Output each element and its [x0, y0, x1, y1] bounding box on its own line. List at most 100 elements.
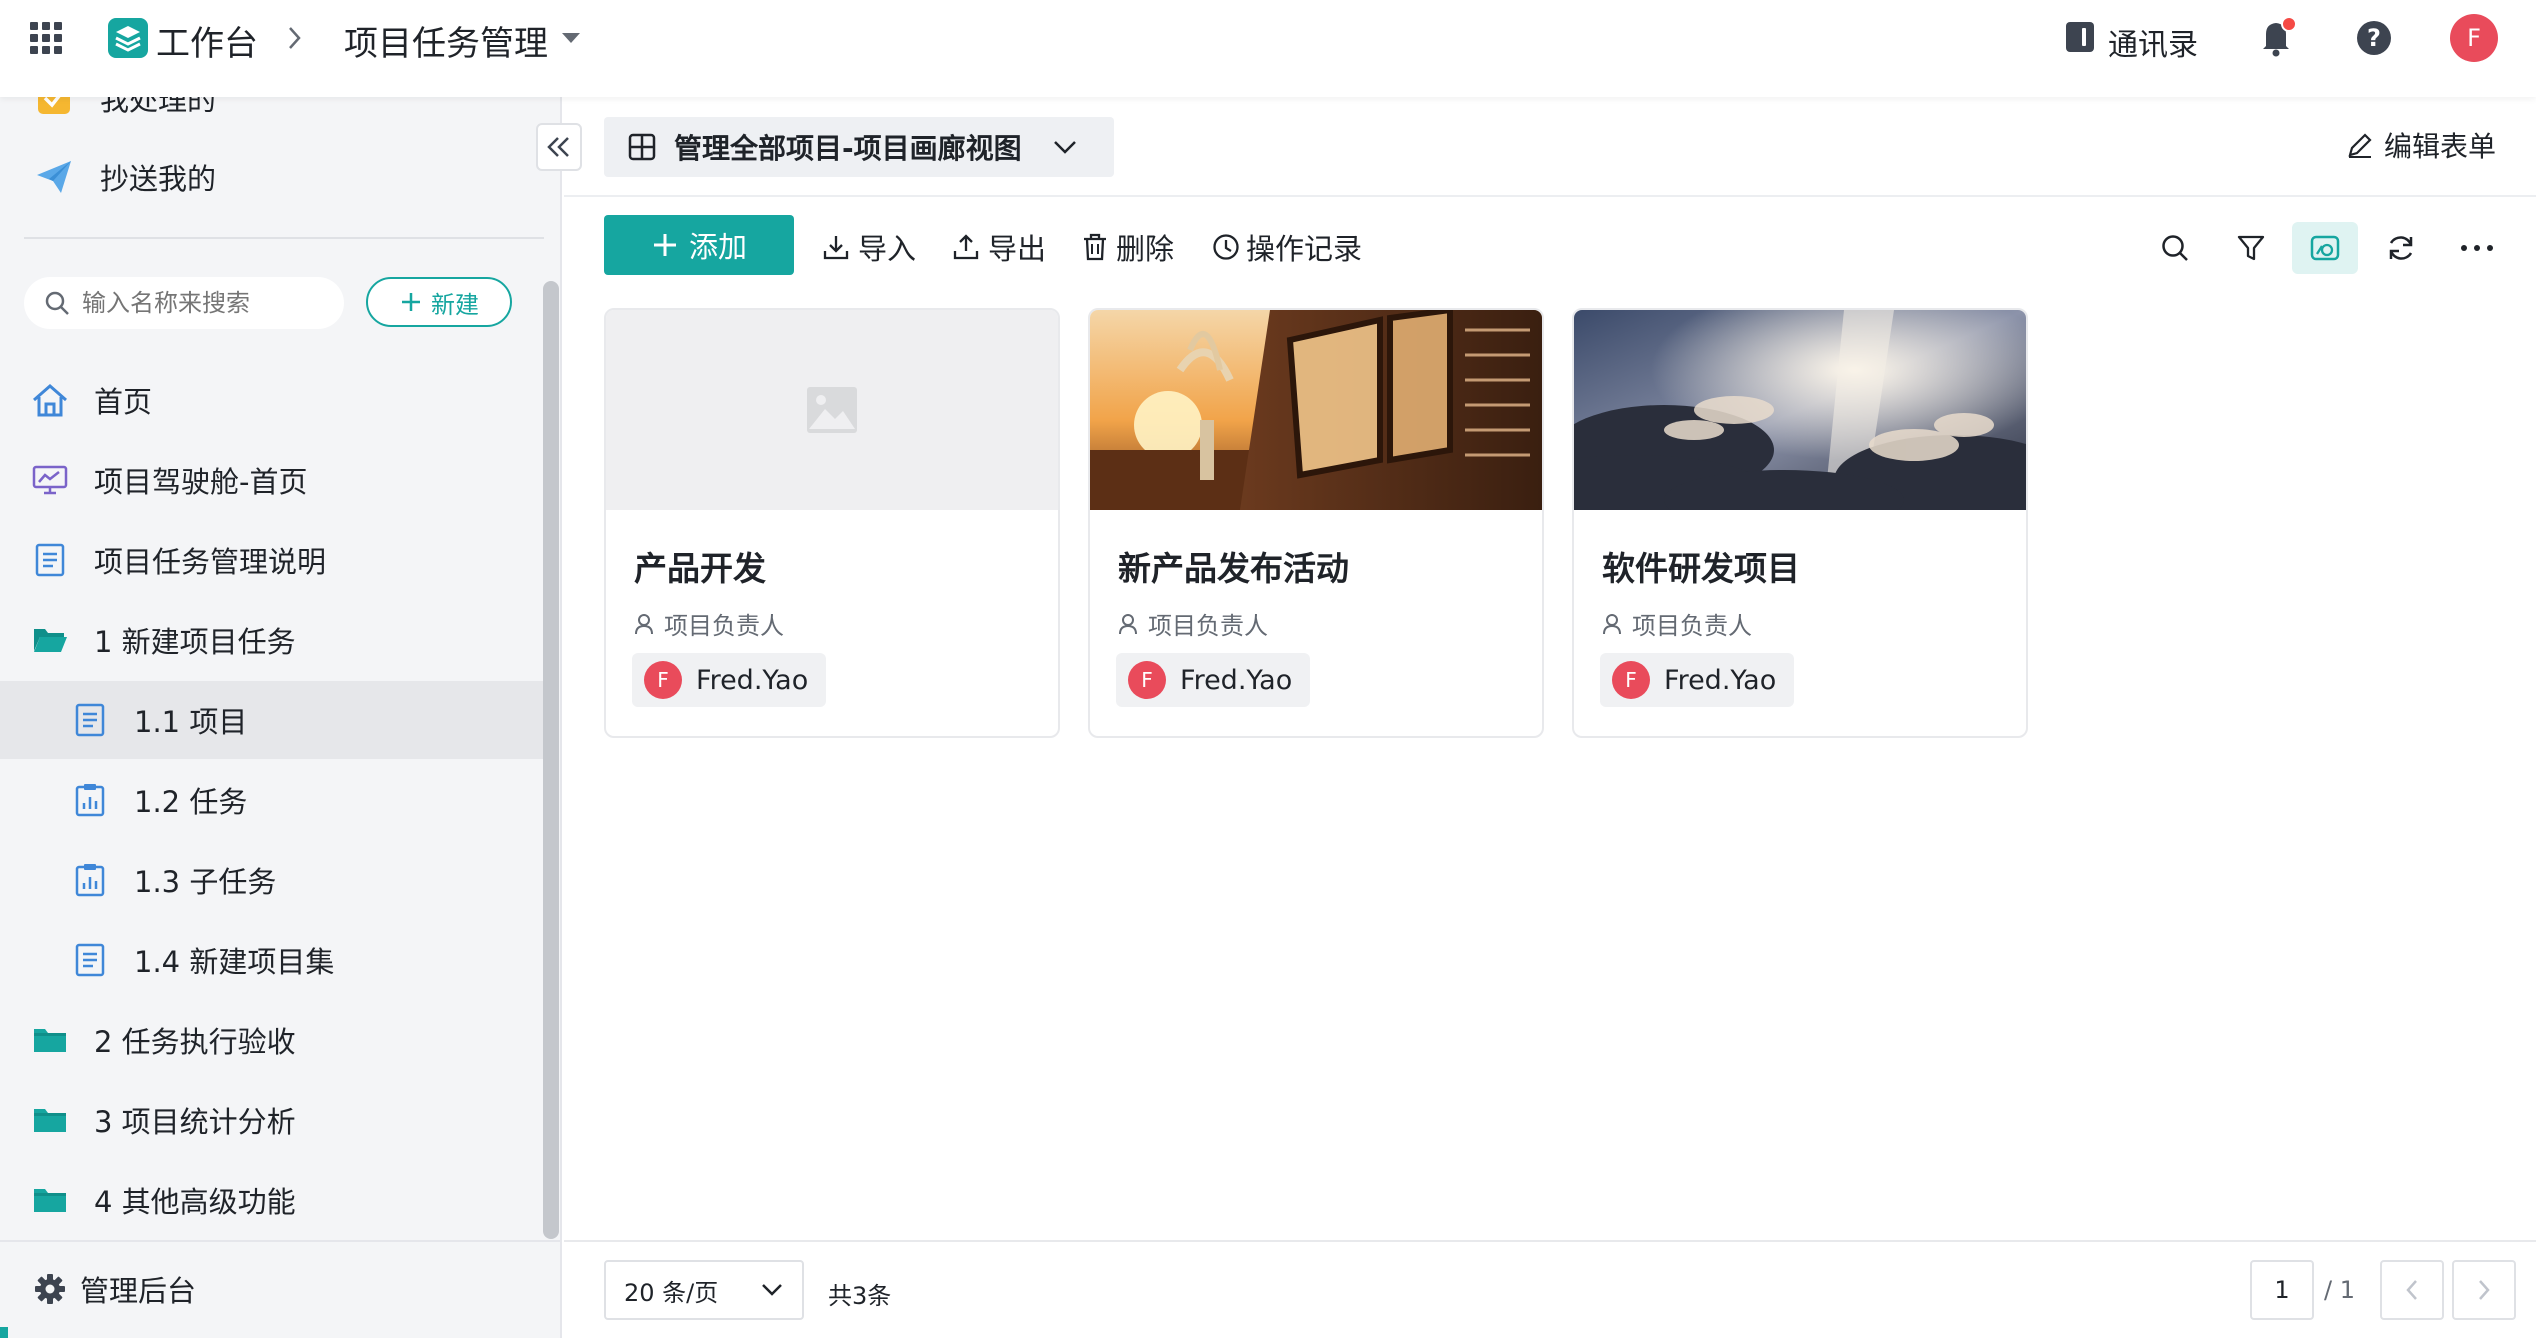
sidebar-item-label: 1.1 项目: [134, 705, 248, 739]
sidebar-item-label: 抄送我的: [100, 162, 217, 196]
chevron-down-icon: [762, 1284, 782, 1296]
clock-icon: [1213, 234, 1239, 260]
more-button[interactable]: [2444, 222, 2510, 274]
history-button[interactable]: 操作记录: [1212, 217, 1362, 277]
home-icon: [30, 380, 70, 420]
add-record-button[interactable]: 添加: [604, 215, 794, 275]
sidebar-search-box[interactable]: [24, 277, 344, 329]
active-indicator: [0, 1327, 8, 1338]
search-icon: [44, 290, 70, 316]
page-size-value: 20 条/页: [624, 1278, 719, 1307]
help-icon[interactable]: ?: [2356, 20, 2392, 56]
avatar: F: [644, 661, 682, 699]
folder-icon: [30, 1100, 70, 1140]
search-icon: [2162, 235, 2188, 261]
sidebar-item-guide[interactable]: 项目任务管理说明: [0, 521, 545, 599]
export-button[interactable]: 导出: [952, 217, 1046, 277]
view-name: 管理全部项目-项目画廊视图: [674, 132, 1022, 165]
collapse-sidebar-button[interactable]: [536, 123, 582, 171]
pencil-icon: [2348, 133, 2372, 158]
pagination-bar: 20 条/页 共3条 1 / 1: [564, 1240, 2536, 1338]
gallery-card[interactable]: 产品开发 项目负责人 F Fred.Yao: [604, 308, 1060, 738]
folder-icon: [30, 1020, 70, 1060]
sidebar-item-subtask[interactable]: 1.3 子任务: [0, 841, 545, 919]
sidebar-footer: 管理后台: [0, 1240, 560, 1338]
chevron-left-icon: [2406, 1280, 2417, 1300]
new-button-label: 新建: [431, 290, 479, 319]
owner-chip: F Fred.Yao: [1600, 653, 1795, 707]
sidebar-item-my-handled[interactable]: 我处理的: [0, 97, 545, 137]
sidebar-item-label: 2 任务执行验收: [94, 1025, 296, 1059]
owner-name: Fred.Yao: [1664, 664, 1777, 696]
image-placeholder-icon: [807, 387, 857, 433]
double-chevron-left-icon: [547, 137, 569, 157]
card-cover-image: [1574, 310, 2026, 510]
card-field-label: 项目负责人: [1118, 606, 1268, 641]
app-switch-caret-icon[interactable]: [560, 30, 582, 46]
new-button[interactable]: 新建: [366, 277, 512, 327]
sidebar-item-task[interactable]: 1.2 任务: [0, 761, 545, 839]
card-title: 新产品发布活动: [1118, 549, 1349, 588]
page-size-select[interactable]: 20 条/页: [604, 1260, 804, 1320]
add-record-label: 添加: [688, 230, 747, 264]
next-page-button[interactable]: [2452, 1260, 2516, 1320]
edit-form-button[interactable]: 编辑表单: [2346, 125, 2496, 165]
search-button[interactable]: [2142, 222, 2208, 274]
workspace-logo-icon[interactable]: [108, 18, 148, 58]
person-icon: [1603, 613, 1621, 634]
gallery-card[interactable]: 新产品发布活动 项目负责人 F Fred.Yao: [1088, 308, 1544, 738]
sidebar-item-group-2[interactable]: 2 任务执行验收: [0, 1001, 545, 1079]
folder-icon: [30, 1180, 70, 1220]
history-label: 操作记录: [1246, 232, 1363, 266]
sidebar-item-home[interactable]: 首页: [0, 361, 545, 439]
sidebar-search-input[interactable]: [82, 289, 332, 317]
sidebar-scrollbar[interactable]: [543, 281, 559, 1239]
edit-form-label: 编辑表单: [2384, 130, 2497, 163]
paper-plane-icon: [34, 157, 74, 197]
upload-icon: [953, 234, 979, 260]
sidebar-item-label: 项目任务管理说明: [94, 545, 327, 579]
main-content: 管理全部项目-项目画廊视图 编辑表单 添加 导入 导出 删除 操作记录 产品开发…: [564, 97, 2536, 1338]
sidebar-item-cockpit[interactable]: 项目驾驶舱-首页: [0, 441, 545, 519]
sidebar-item-group-1[interactable]: 1 新建项目任务: [0, 601, 545, 679]
card-title: 产品开发: [634, 549, 766, 588]
avatar: F: [1612, 661, 1650, 699]
import-label: 导入: [858, 232, 917, 266]
person-icon: [1119, 613, 1137, 634]
trash-icon: [1084, 233, 1106, 261]
prev-page-button[interactable]: [2380, 1260, 2444, 1320]
card-image-placeholder: [606, 310, 1058, 510]
view-selector[interactable]: 管理全部项目-项目画廊视图: [604, 117, 1114, 177]
sidebar-item-project-set[interactable]: 1.4 新建项目集: [0, 921, 545, 999]
card-field-text: 项目负责人: [1632, 612, 1752, 640]
gallery-view-icon: [628, 133, 656, 161]
workspace-link[interactable]: 工作台: [156, 16, 258, 65]
admin-console-link[interactable]: 管理后台: [34, 1264, 196, 1314]
sidebar: 我处理的 抄送我的 新建 首页 项目驾驶舱-首页 项目任务管理说明: [0, 97, 562, 1338]
contacts-book-icon[interactable]: [2064, 20, 2096, 54]
delete-button[interactable]: 删除: [1082, 217, 1174, 277]
sidebar-item-group-4[interactable]: 4 其他高级功能: [0, 1161, 545, 1239]
gallery-card[interactable]: 软件研发项目 项目负责人 F Fred.Yao: [1572, 308, 2028, 738]
apps-grid-icon[interactable]: [28, 20, 64, 56]
user-avatar[interactable]: F: [2450, 14, 2498, 62]
more-dots-icon: [2461, 245, 2493, 251]
admin-console-label: 管理后台: [80, 1274, 197, 1308]
app-name[interactable]: 项目任务管理: [344, 16, 548, 65]
notification-bell-icon[interactable]: [2258, 16, 2298, 58]
sidebar-item-project[interactable]: 1.1 项目: [0, 681, 545, 759]
sidebar-item-cc[interactable]: 抄送我的: [0, 138, 545, 216]
contacts-link[interactable]: 通讯录: [2108, 20, 2198, 64]
page-number-input[interactable]: 1: [2250, 1260, 2314, 1320]
refresh-button[interactable]: [2368, 222, 2434, 274]
sunset-window-image: [1090, 310, 1542, 510]
card-field-text: 项目负责人: [664, 612, 784, 640]
owner-name: Fred.Yao: [696, 664, 809, 696]
sidebar-item-label: 1.2 任务: [134, 785, 248, 819]
form-document-icon: [70, 940, 110, 980]
filter-button[interactable]: [2218, 222, 2284, 274]
sidebar-item-label: 3 项目统计分析: [94, 1105, 296, 1139]
import-button[interactable]: 导入: [822, 217, 916, 277]
sidebar-item-group-3[interactable]: 3 项目统计分析: [0, 1081, 545, 1159]
color-rules-button[interactable]: [2292, 222, 2358, 274]
